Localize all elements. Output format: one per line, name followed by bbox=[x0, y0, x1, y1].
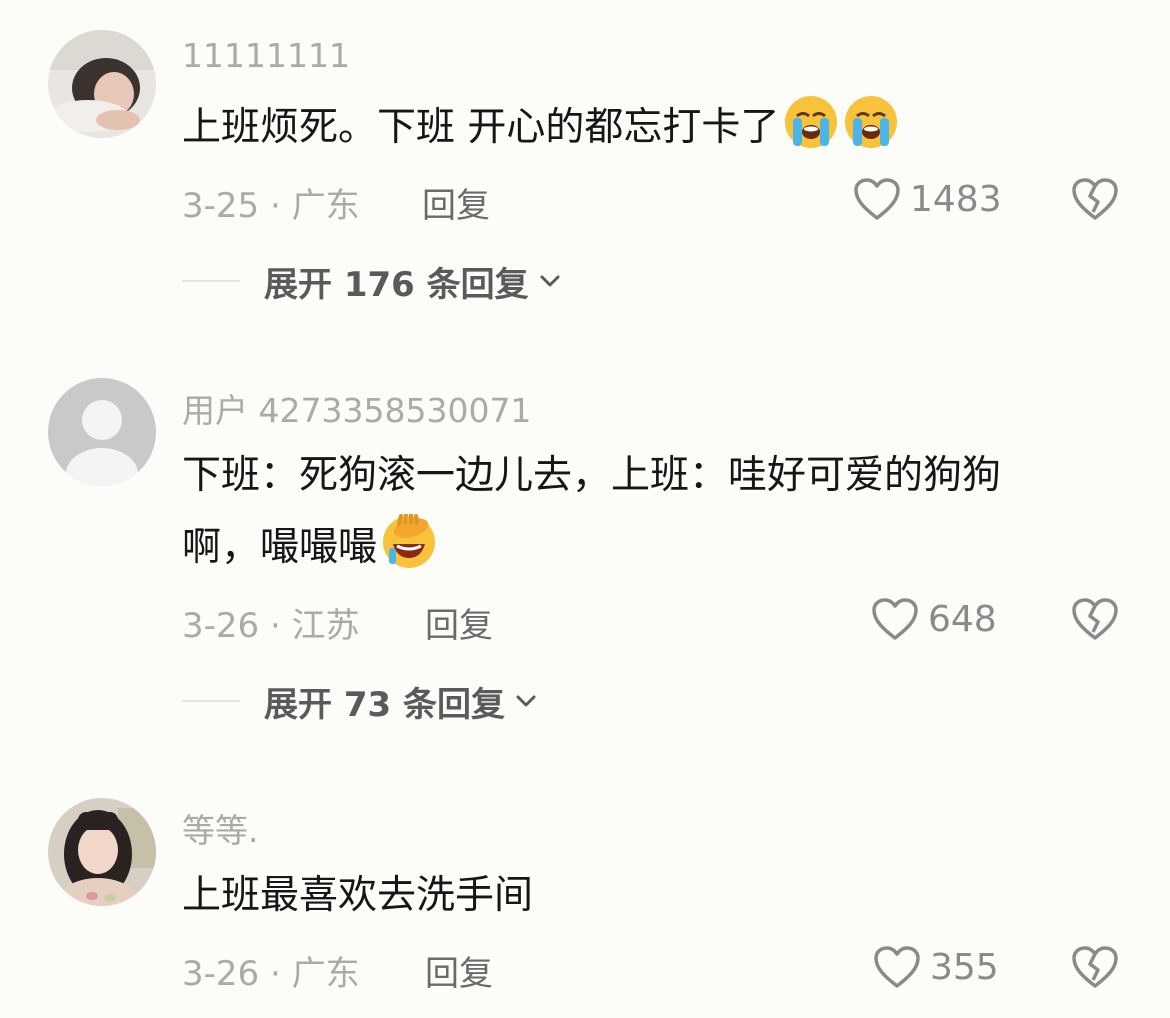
heart-outline-icon bbox=[872, 598, 918, 640]
comment-date-location: 3-25 · 广东 bbox=[182, 186, 360, 226]
reply-button[interactable]: 回复 bbox=[422, 178, 490, 227]
face-palm-laughing-icon bbox=[381, 512, 437, 570]
reply-button[interactable]: 回复 bbox=[425, 598, 493, 647]
comment-text: 上班烦死。下班 开心的都忘打卡了 bbox=[182, 92, 1122, 164]
avatar[interactable] bbox=[48, 378, 156, 486]
dislike-button[interactable] bbox=[1070, 942, 1120, 992]
comment-text-body: 上班最喜欢去洗手间 bbox=[182, 873, 534, 918]
comment-text: 上班最喜欢去洗手间 bbox=[182, 860, 1122, 932]
comment-list: 11111111 上班烦死。下班 开心的都忘打卡了 3-25 · 广东 回复 1… bbox=[0, 0, 1170, 1018]
broken-heart-icon bbox=[1072, 178, 1118, 220]
comment-date-location: 3-26 · 广东 bbox=[182, 954, 360, 994]
like-button[interactable]: 355 bbox=[872, 942, 999, 992]
heart-outline-icon bbox=[854, 178, 900, 220]
like-count: 648 bbox=[928, 598, 997, 640]
avatar[interactable] bbox=[48, 798, 156, 906]
like-count: 1483 bbox=[910, 178, 1002, 220]
comment-text-line-2: 啊，嘬嘬嘬 bbox=[182, 512, 1122, 584]
expand-replies-label: 展开 176 条回复 bbox=[264, 264, 529, 305]
username[interactable]: 用户 4273358530071 bbox=[182, 384, 531, 432]
broken-heart-icon bbox=[1072, 946, 1118, 988]
chevron-down-icon bbox=[516, 695, 536, 707]
like-button[interactable]: 648 bbox=[870, 594, 997, 644]
chevron-down-icon bbox=[540, 275, 560, 287]
divider bbox=[182, 280, 240, 282]
comment-date-location: 3-26 · 江苏 bbox=[182, 606, 360, 646]
heart-outline-icon bbox=[874, 946, 920, 988]
comment-text-body: 啊，嘬嘬嘬 bbox=[182, 525, 378, 570]
comment-text-line: 下班：死狗滚一边儿去，上班：哇好可爱的狗狗 bbox=[182, 453, 1002, 498]
reply-button[interactable]: 回复 bbox=[425, 946, 493, 995]
loudly-crying-face-icon bbox=[783, 94, 839, 150]
like-button[interactable]: 1483 bbox=[852, 174, 1002, 224]
broken-heart-icon bbox=[1072, 598, 1118, 640]
comment-text: 下班：死狗滚一边儿去，上班：哇好可爱的狗狗 啊，嘬嘬嘬 bbox=[182, 440, 1122, 584]
loudly-crying-face-icon bbox=[843, 94, 899, 150]
username[interactable]: 11111111 bbox=[182, 36, 350, 75]
expand-replies[interactable]: 展开 73 条回复 bbox=[182, 676, 539, 726]
dislike-button[interactable] bbox=[1070, 174, 1120, 224]
dislike-button[interactable] bbox=[1070, 594, 1120, 644]
expand-replies-label: 展开 73 条回复 bbox=[264, 684, 505, 725]
comment-text-body: 上班烦死。下班 开心的都忘打卡了 bbox=[182, 105, 780, 150]
expand-replies[interactable]: 展开 176 条回复 bbox=[182, 256, 563, 306]
divider bbox=[182, 700, 240, 702]
avatar[interactable] bbox=[48, 30, 156, 138]
like-count: 355 bbox=[930, 946, 999, 988]
username[interactable]: 等等. bbox=[182, 804, 259, 852]
